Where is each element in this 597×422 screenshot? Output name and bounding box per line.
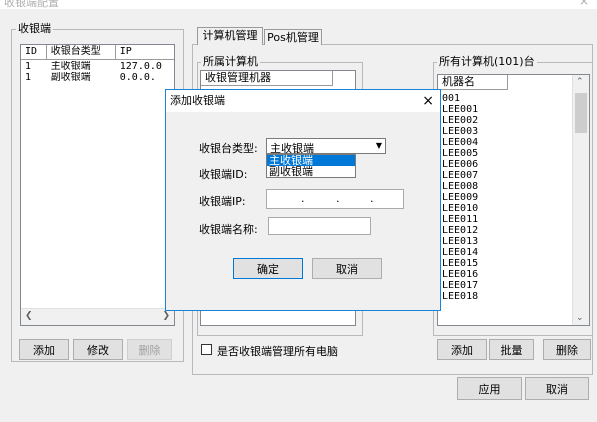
list-item[interactable]: LEE003 <box>438 126 573 137</box>
list-item[interactable]: LEE011 <box>438 214 573 225</box>
cell-id: 1 <box>25 72 32 83</box>
cashier-name-input[interactable] <box>268 217 371 235</box>
list-item[interactable]: LEE016 <box>438 269 573 280</box>
table-row[interactable]: 1 副收银端 0.0.0. <box>21 72 174 83</box>
column-header-owned-machine[interactable]: 收银管理机器 <box>201 71 333 86</box>
scroll-down-icon[interactable]: ⌄ <box>576 313 584 323</box>
cashier-group-title: 收银端 <box>16 22 53 35</box>
computer-add-button[interactable]: 添加 <box>437 339 487 360</box>
window-close-icon[interactable]: × <box>579 0 589 8</box>
type-label: 收银台类型: <box>199 142 258 155</box>
owned-computers-title: 所属计算机 <box>201 55 260 68</box>
list-item[interactable]: LEE008 <box>438 181 573 192</box>
list-item[interactable]: LEE006 <box>438 159 573 170</box>
dialog-close-icon[interactable]: × <box>422 90 434 112</box>
table-row[interactable]: 1 主收银端 127.0.0 <box>21 61 174 72</box>
manage-all-label: 是否收银端管理所有电脑 <box>217 345 338 358</box>
cashier-edit-button[interactable]: 修改 <box>73 339 123 360</box>
dialog-cancel-button[interactable]: 取消 <box>312 258 382 279</box>
scroll-left-icon[interactable]: ❮ <box>25 311 33 321</box>
dialog-titlebar: 添加收银端 × <box>166 90 440 112</box>
cashier-list-hscrollbar[interactable]: ❮ ❯ <box>21 308 174 325</box>
list-item[interactable]: LEE007 <box>438 170 573 181</box>
list-item[interactable]: LEE002 <box>438 115 573 126</box>
type-option-secondary[interactable]: 副收银端 <box>267 166 355 177</box>
cashier-type-select[interactable]: 主收银端 ▼ <box>266 138 386 155</box>
apply-button[interactable]: 应用 <box>457 377 522 400</box>
all-list-header: 机器名 <box>438 75 589 90</box>
cashier-delete-button[interactable]: 删除 <box>127 339 172 360</box>
cashier-list-header: ID 收银台类型 IP <box>21 45 174 60</box>
manage-all-checkbox[interactable] <box>201 344 212 355</box>
cell-type: 副收银端 <box>50 72 91 83</box>
list-item[interactable]: LEE005 <box>438 148 573 159</box>
confirm-button[interactable]: 确定 <box>233 258 303 279</box>
list-item[interactable]: LEE001 <box>438 104 573 115</box>
ip-dot-1: . <box>301 192 305 205</box>
column-header-id[interactable]: ID <box>21 45 47 60</box>
list-item[interactable]: 001 <box>438 93 573 104</box>
cashier-add-button[interactable]: 添加 <box>19 339 69 360</box>
add-cashier-dialog: 添加收银端 × 收银台类型: 主收银端 ▼ 主收银端 副收银端 收银端ID: 收… <box>165 89 441 311</box>
tab-computer-management[interactable]: 计算机管理 <box>197 27 263 45</box>
all-computers-title: 所有计算机(101)台 <box>437 55 537 68</box>
computer-delete-button[interactable]: 删除 <box>543 339 591 360</box>
list-item[interactable]: LEE015 <box>438 258 573 269</box>
list-item[interactable]: LEE018 <box>438 291 573 302</box>
list-item[interactable]: LEE004 <box>438 137 573 148</box>
list-item[interactable]: LEE009 <box>438 192 573 203</box>
window-title: 收银端配置 <box>4 0 59 9</box>
list-item[interactable]: LEE013 <box>438 236 573 247</box>
owned-list-header: 收银管理机器 <box>201 71 355 86</box>
cell-ip: 0.0.0. <box>119 72 156 83</box>
column-header-ip[interactable]: IP <box>115 45 174 60</box>
all-computers-list[interactable]: 机器名 001 LEE001 LEE002 LEE003 LEE004 LEE005 LEE… <box>437 74 590 326</box>
column-header-type[interactable]: 收银台类型 <box>46 45 116 60</box>
dropdown-arrow-icon[interactable]: ▼ <box>376 141 382 150</box>
cell-type: 主收银端 <box>50 61 91 72</box>
cashier-list[interactable]: ID 收银台类型 IP 1 主收银端 127.0.0 1 副收银端 0.0.0.… <box>20 44 175 326</box>
tab-pos-management[interactable]: Pos机管理 <box>264 29 322 45</box>
cell-ip: 127.0.0 <box>119 61 162 72</box>
list-item[interactable]: LEE012 <box>438 225 573 236</box>
scroll-up-icon[interactable]: ⌃ <box>576 77 584 87</box>
cashier-name-label: 收银端名称: <box>199 223 258 236</box>
scroll-thumb[interactable] <box>575 93 587 133</box>
cashier-id-label: 收银端ID: <box>199 168 248 181</box>
cashier-type-options: 主收银端 副收银端 <box>266 154 356 178</box>
computer-batch-button[interactable]: 批量 <box>489 339 534 360</box>
list-item[interactable]: LEE014 <box>438 247 573 258</box>
footer-cancel-button[interactable]: 取消 <box>525 377 589 400</box>
ip-dot-3: . <box>370 192 374 205</box>
all-list-vscrollbar[interactable]: ⌃ ⌄ <box>572 75 589 325</box>
cashier-ip-input[interactable]: . . . <box>266 189 404 209</box>
cashier-list-rows: 1 主收银端 127.0.0 1 副收银端 0.0.0. <box>21 61 174 83</box>
cell-id: 1 <box>25 61 32 72</box>
ip-dot-2: . <box>336 192 340 205</box>
dialog-title: 添加收银端 <box>170 94 225 107</box>
window-titlebar: 收银端配置 × <box>0 0 597 9</box>
cashier-ip-label: 收银端IP: <box>199 195 246 208</box>
all-computers-items: 001 LEE001 LEE002 LEE003 LEE004 LEE005 LEE006 L… <box>438 93 573 302</box>
column-header-machine-name[interactable]: 机器名 <box>438 75 508 90</box>
scroll-right-icon[interactable]: ❯ <box>162 311 170 321</box>
list-item[interactable]: LEE017 <box>438 280 573 291</box>
list-item[interactable]: LEE010 <box>438 203 573 214</box>
